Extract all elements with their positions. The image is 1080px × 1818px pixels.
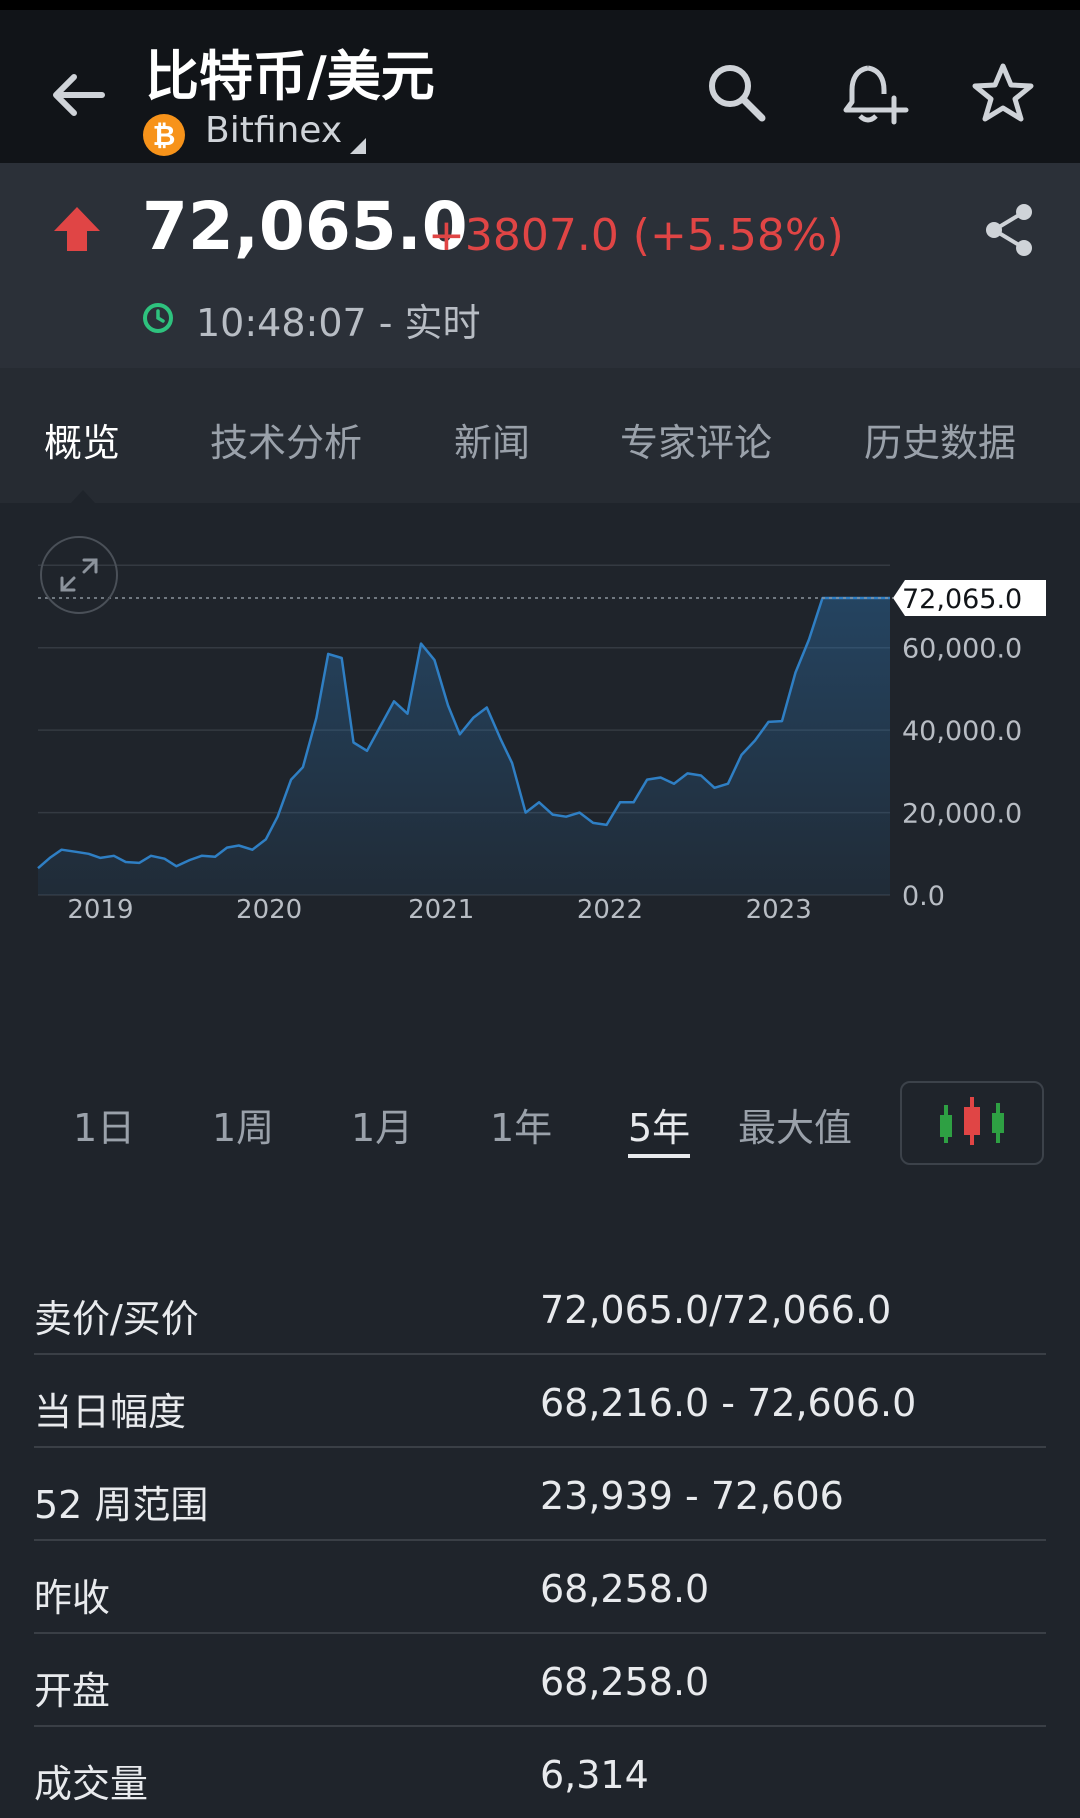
current-price-label: 72,065.0: [902, 584, 1022, 615]
y-tick-label: 20,000.0: [902, 799, 1022, 830]
last-price: 72,065.0: [142, 188, 468, 265]
y-tick-label: 40,000.0: [902, 716, 1022, 747]
y-tick-label: 60,000.0: [902, 634, 1022, 665]
page-title: 比特币/美元: [145, 45, 435, 108]
back-button[interactable]: [40, 55, 120, 135]
stat-row-52w-range: 52 周范围 23,939 - 72,606: [34, 1448, 1046, 1541]
x-tick-label: 2021: [408, 895, 474, 925]
app-header: 比特币/美元 ₿ Bitfinex: [0, 10, 1080, 163]
clock-icon: [143, 303, 173, 333]
price-change: +3807.0 (+5.58%): [428, 210, 844, 261]
price-chart[interactable]: 2019 2020 2021 2022 2023 0.0 20,000.0 40,000.0…: [0, 503, 1080, 1063]
caret-down-icon: [350, 138, 366, 154]
range-1y[interactable]: 1年: [490, 1097, 552, 1152]
arrow-left-icon: [53, 74, 105, 116]
y-tick-label: 0.0: [902, 881, 945, 912]
stat-value: 72,065.0/72,066.0: [540, 1288, 892, 1332]
section-tabs: 概览 技术分析 新闻 专家评论 历史数据: [0, 368, 1080, 503]
up-arrow-icon: [54, 207, 100, 251]
status-strip: [0, 0, 1080, 10]
range-1d[interactable]: 1日: [73, 1097, 135, 1152]
share-button[interactable]: [980, 200, 1040, 260]
expand-icon: [60, 558, 98, 592]
series-area: [38, 598, 890, 895]
exchange-selector[interactable]: Bitfinex: [205, 110, 342, 151]
stats-table: 卖价/买价 72,065.0/72,066.0 当日幅度 68,216.0 - …: [34, 1262, 1046, 1818]
x-tick-label: 2022: [577, 895, 643, 925]
tab-overview[interactable]: 概览: [44, 412, 120, 467]
stat-row-volume: 成交量 6,314: [34, 1727, 1046, 1818]
quote-time: 10:48:07 - 实时: [196, 301, 481, 345]
stat-value: 23,939 - 72,606: [540, 1474, 844, 1518]
tab-technical[interactable]: 技术分析: [210, 412, 362, 467]
search-button[interactable]: [702, 58, 772, 128]
x-tick-label: 2019: [67, 895, 133, 925]
tab-news[interactable]: 新闻: [454, 412, 530, 467]
chart-svg: 2019 2020 2021 2022 2023 0.0 20,000.0 40,000.0…: [37, 564, 1046, 925]
range-max[interactable]: 最大值: [738, 1097, 852, 1152]
star-icon: [972, 63, 1034, 122]
tab-history[interactable]: 历史数据: [864, 412, 1016, 467]
expand-chart-button[interactable]: [40, 536, 118, 614]
range-5y[interactable]: 5年: [628, 1097, 691, 1158]
stat-value: 6,314: [540, 1753, 649, 1797]
stat-label: 开盘: [34, 1669, 111, 1713]
favorite-button[interactable]: [968, 58, 1038, 128]
range-1w[interactable]: 1周: [212, 1097, 274, 1152]
stat-value: 68,258.0: [540, 1567, 710, 1611]
stat-label: 昨收: [34, 1576, 111, 1620]
stat-row-prev-close: 昨收 68,258.0: [34, 1541, 1046, 1634]
range-1m[interactable]: 1月: [351, 1097, 413, 1152]
bell-plus-icon: [843, 65, 909, 125]
chart-type-button[interactable]: [900, 1081, 1044, 1165]
stat-row-day-range: 当日幅度 68,216.0 - 72,606.0: [34, 1355, 1046, 1448]
candlestick-icon: [940, 1097, 1004, 1145]
tab-analysis[interactable]: 专家评论: [620, 412, 772, 467]
stat-row-bid-ask: 卖价/买价 72,065.0/72,066.0: [34, 1262, 1046, 1355]
stat-label: 成交量: [34, 1762, 149, 1806]
x-tick-label: 2023: [746, 895, 812, 925]
search-icon: [709, 65, 766, 122]
bitcoin-icon: ₿: [143, 114, 185, 156]
share-icon: [986, 204, 1032, 256]
stat-label: 卖价/买价: [34, 1297, 199, 1341]
stat-row-open: 开盘 68,258.0: [34, 1634, 1046, 1727]
stat-label: 当日幅度: [34, 1390, 187, 1434]
add-alert-button[interactable]: [840, 58, 910, 128]
stat-value: 68,216.0 - 72,606.0: [540, 1381, 917, 1425]
stat-value: 68,258.0: [540, 1660, 710, 1704]
x-tick-label: 2020: [236, 895, 302, 925]
stat-label: 52 周范围: [34, 1483, 209, 1527]
active-tab-pointer: [71, 490, 95, 503]
